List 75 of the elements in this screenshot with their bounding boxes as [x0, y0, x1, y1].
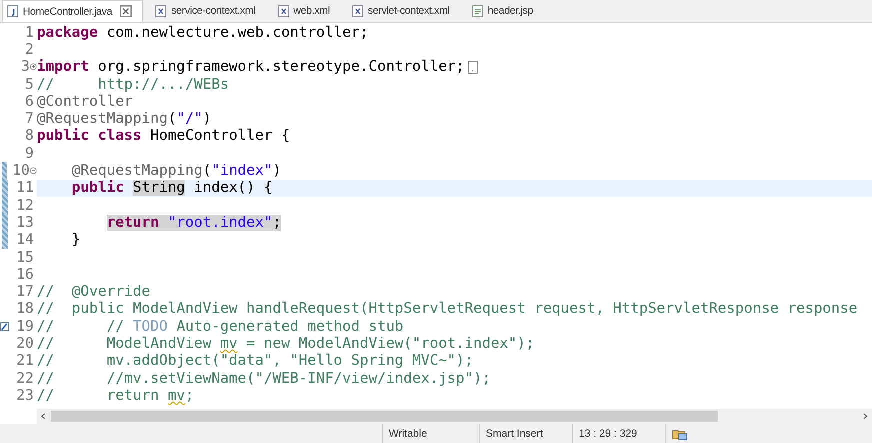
code-token: HomeController {: [150, 128, 290, 144]
code-token: // http://.../WEBs: [37, 76, 230, 93]
editor-tab[interactable]: web.xml: [274, 0, 340, 22]
line-number: 8: [24, 128, 34, 144]
code-token: import: [37, 59, 90, 76]
line-number: 12: [16, 198, 34, 214]
folded-code-icon[interactable]: [468, 60, 478, 74]
line-number: 2: [24, 42, 34, 58]
code-token: @RequestMapping: [72, 163, 203, 180]
close-icon[interactable]: [120, 5, 132, 18]
code-token: // ModelAndView: [37, 336, 213, 352]
code-token: public class: [37, 128, 143, 144]
editor-tab[interactable]: header.jsp: [468, 0, 544, 22]
line-number: 3: [20, 59, 30, 76]
code-token: (: [202, 163, 212, 180]
code-token: TODO: [133, 318, 168, 335]
code-token: Auto-generated method stub: [176, 318, 404, 335]
line-number: 1: [24, 24, 34, 41]
code-token: return: [106, 214, 168, 231]
line-number: 10: [12, 163, 30, 180]
line-number: 19: [16, 318, 34, 335]
code-token: // //mv.setViewName("/WEB-INF/view/index.jsp");: [37, 370, 491, 387]
file-icon: [352, 4, 364, 18]
code-token: @Controller: [37, 94, 134, 110]
code-token: ): [202, 111, 212, 128]
status-text: Smart Insert: [486, 428, 544, 440]
horizontal-scrollbar[interactable]: [37, 409, 872, 424]
code-token: }: [72, 232, 81, 248]
line-number: 21: [16, 353, 34, 370]
line-number: 22: [16, 370, 34, 387]
line-number: 6: [24, 94, 34, 110]
code-token: index() {: [194, 180, 273, 196]
code-token: // return: [37, 388, 160, 404]
status-text: Writable: [389, 428, 428, 440]
status-text: 13 : 29 : 329: [579, 428, 638, 440]
line-number: 11: [16, 180, 34, 196]
collapse-icon[interactable]: [30, 167, 37, 176]
editor-tab[interactable]: servlet-context.xml: [348, 0, 460, 22]
line-number: 18: [16, 301, 34, 318]
line-number: 16: [16, 266, 34, 283]
line-number: 14: [16, 232, 34, 248]
code-token: @RequestMapping: [37, 111, 168, 128]
line-number: 5: [24, 76, 34, 93]
code-token: // @Override: [37, 284, 150, 300]
code-token: // //: [37, 318, 126, 335]
line-number: 17: [16, 284, 34, 300]
code-token: // mv.addObject("data", "Hello Spring MVC~");: [37, 353, 474, 370]
line-number: 20: [16, 336, 34, 352]
expand-icon[interactable]: [30, 63, 37, 72]
code-token: String: [133, 180, 186, 196]
line-number: 9: [24, 146, 34, 162]
code-token: = new ModelAndView("root.index");: [246, 336, 535, 352]
code-token: ): [272, 163, 282, 180]
code-token: // public ModelAndView handleRequest(HttpServletRequest request, HttpServletResponse response: [37, 301, 858, 318]
file-icon: [278, 4, 290, 18]
file-icon: [472, 4, 484, 18]
editor-tab[interactable]: service-context.xml: [151, 0, 266, 22]
code-token: public: [72, 180, 126, 196]
file-icon: [7, 5, 19, 18]
line-number: 7: [24, 111, 34, 128]
code-token: (: [168, 111, 177, 128]
code-token: org.springframework.stereotype.Controller;: [98, 59, 465, 76]
code-token: com.newlecture.web.controller;: [106, 24, 369, 41]
editor-tab[interactable]: HomeController.java: [2, 0, 144, 22]
code-token: mv: [220, 336, 238, 352]
line-number: 23: [16, 388, 34, 404]
line-number: 15: [16, 250, 34, 266]
code-token: package: [37, 24, 100, 41]
line-number: 13: [16, 214, 34, 231]
code-token: mv: [168, 388, 186, 404]
code-token: ;: [185, 388, 194, 404]
code-token: "index": [212, 163, 273, 180]
code-token: "/": [176, 111, 203, 128]
file-icon: [155, 4, 168, 18]
code-token: "root.index": [168, 214, 273, 231]
